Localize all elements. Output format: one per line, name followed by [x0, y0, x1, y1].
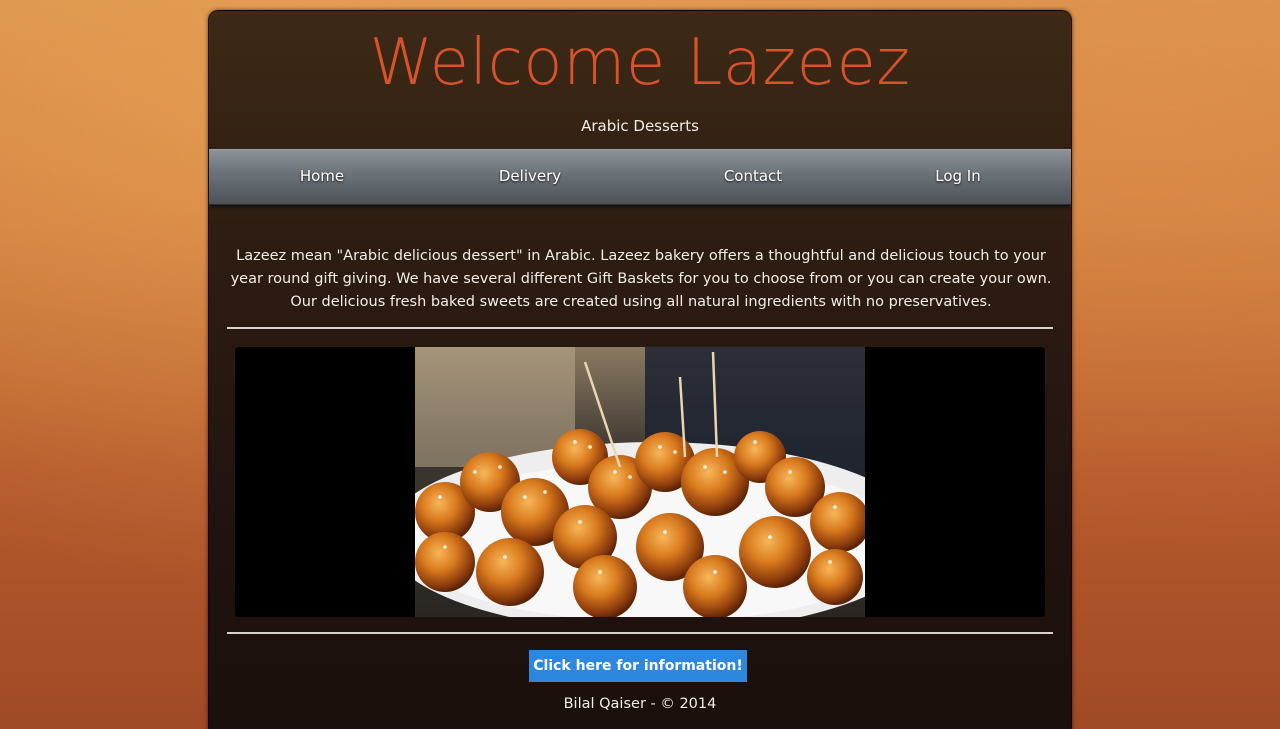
info-button[interactable]: Click here for information! — [529, 650, 747, 682]
page-container: Welcome Lazeez Arabic Desserts Home Deli… — [208, 10, 1072, 729]
main-nav: Home Delivery Contact Log In — [209, 149, 1071, 205]
site-title: Welcome Lazeez — [369, 26, 911, 100]
nav-login-link[interactable]: Log In — [935, 150, 981, 204]
bottom-divider — [227, 632, 1053, 634]
top-divider — [227, 327, 1053, 329]
dessert-photo — [415, 347, 865, 617]
nav-delivery-link[interactable]: Delivery — [499, 150, 561, 204]
nav-contact-link[interactable]: Contact — [724, 150, 782, 204]
intro-text: Lazeez mean "Arabic delicious dessert" i… — [230, 248, 1052, 310]
dessert-image-frame — [235, 347, 1045, 617]
footer-copyright: Bilal Qaiser - © 2014 — [563, 696, 717, 712]
site-tagline: Arabic Desserts — [581, 117, 699, 135]
nav-home-link[interactable]: Home — [300, 150, 344, 204]
